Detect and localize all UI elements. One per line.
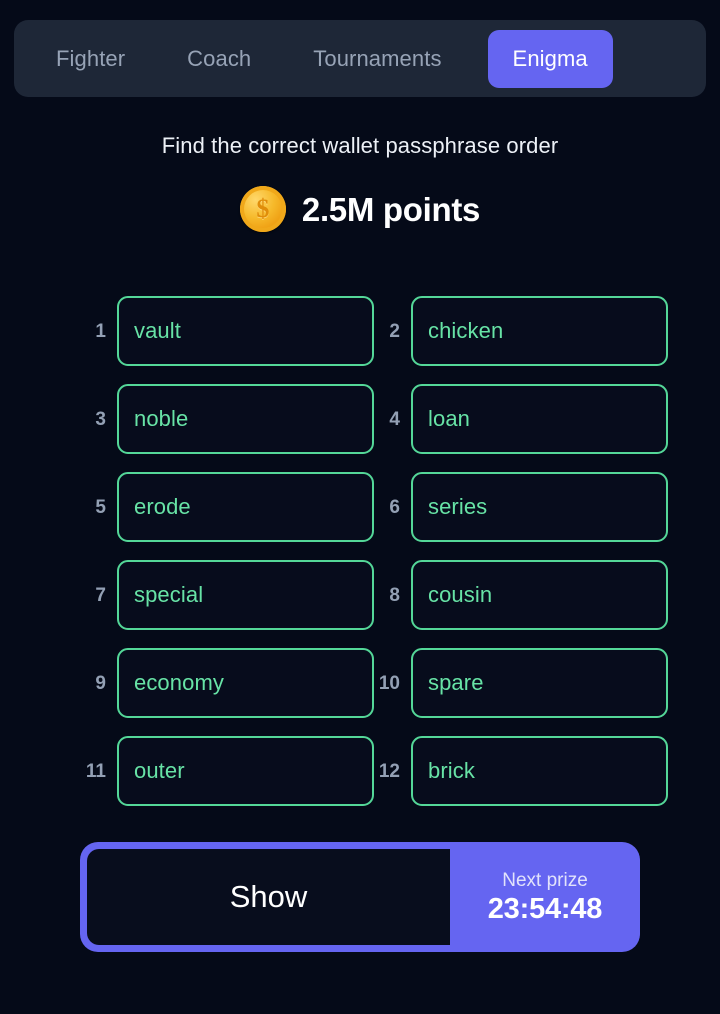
word-cell-8[interactable]: 8 cousin: [374, 560, 668, 630]
nav-tab-tournaments[interactable]: Tournaments: [293, 47, 461, 70]
word-index-12: 12: [378, 760, 400, 782]
word-box-5[interactable]: erode: [117, 472, 374, 542]
word-cell-6[interactable]: 6 series: [374, 472, 668, 542]
word-box-3[interactable]: noble: [117, 384, 374, 454]
passphrase-word-grid: 1 vault 2 chicken 3 noble 4 loan 5 erode…: [0, 296, 720, 806]
word-text-10: spare: [428, 670, 484, 695]
word-cell-7[interactable]: 7 special: [80, 560, 374, 630]
word-cell-10[interactable]: 10 spare: [374, 648, 668, 718]
word-index-3: 3: [95, 408, 106, 430]
word-box-2[interactable]: chicken: [411, 296, 668, 366]
word-cell-11[interactable]: 11 outer: [80, 736, 374, 806]
word-box-6[interactable]: series: [411, 472, 668, 542]
word-text-9: economy: [134, 670, 224, 695]
word-box-1[interactable]: vault: [117, 296, 374, 366]
word-index-8: 8: [389, 584, 400, 606]
word-text-6: series: [428, 494, 488, 519]
word-box-7[interactable]: special: [117, 560, 374, 630]
word-text-12: brick: [428, 758, 475, 783]
word-index-11: 11: [85, 760, 106, 782]
word-index-6: 6: [389, 496, 400, 518]
word-box-9[interactable]: economy: [117, 648, 374, 718]
nav-tab-coach[interactable]: Coach: [167, 47, 271, 70]
word-text-5: erode: [134, 494, 191, 519]
word-text-11: outer: [134, 758, 185, 783]
reward-amount: 2.5M points: [301, 190, 481, 228]
word-cell-3[interactable]: 3 noble: [80, 384, 374, 454]
word-index-9: 9: [95, 672, 106, 694]
main-navigation-bar: Fighter Coach Tournaments Enigma: [14, 20, 706, 97]
word-cell-9[interactable]: 9 economy: [80, 648, 374, 718]
nav-tab-fighter[interactable]: Fighter: [36, 47, 145, 70]
show-button[interactable]: Show: [87, 849, 450, 945]
reward-row: 2.5M points: [0, 186, 720, 232]
word-index-5: 5: [95, 496, 106, 518]
word-index-1: 1: [95, 320, 106, 342]
word-box-4[interactable]: loan: [411, 384, 668, 454]
word-cell-4[interactable]: 4 loan: [374, 384, 668, 454]
word-cell-1[interactable]: 1 vault: [80, 296, 374, 366]
word-text-1: vault: [134, 318, 181, 343]
next-prize-label: Next prize: [502, 869, 588, 891]
page-title: Find the correct wallet passphrase order: [161, 133, 559, 158]
word-cell-2[interactable]: 2 chicken: [374, 296, 668, 366]
word-text-4: loan: [428, 406, 470, 431]
next-prize-countdown: 23:54:48: [487, 892, 603, 925]
word-index-7: 7: [95, 584, 106, 606]
word-text-3: noble: [134, 406, 189, 431]
word-box-10[interactable]: spare: [411, 648, 668, 718]
word-index-2: 2: [389, 320, 400, 342]
word-text-2: chicken: [428, 318, 504, 343]
coin-icon: [239, 186, 286, 232]
word-box-12[interactable]: brick: [411, 736, 668, 806]
word-text-7: special: [134, 582, 204, 607]
word-text-8: cousin: [428, 582, 493, 607]
nav-tab-enigma[interactable]: Enigma: [487, 29, 613, 88]
word-box-8[interactable]: cousin: [411, 560, 668, 630]
bottom-action-bar: Show Next prize 23:54:48: [80, 842, 640, 952]
word-cell-12[interactable]: 12 brick: [374, 736, 668, 806]
next-prize-panel[interactable]: Next prize 23:54:48: [450, 849, 640, 945]
word-box-11[interactable]: outer: [117, 736, 374, 806]
word-index-4: 4: [389, 408, 400, 430]
word-cell-5[interactable]: 5 erode: [80, 472, 374, 542]
word-index-10: 10: [378, 672, 400, 694]
